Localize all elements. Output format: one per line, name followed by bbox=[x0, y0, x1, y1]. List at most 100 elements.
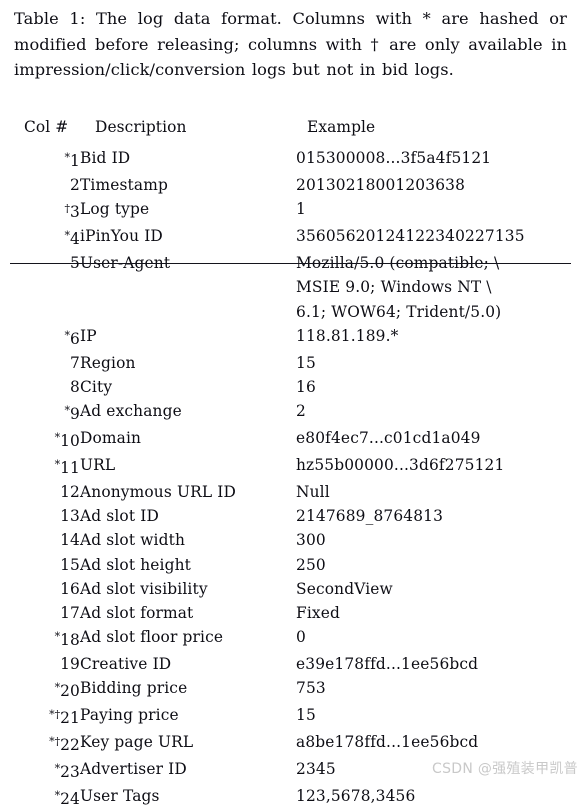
col-number: 22 bbox=[60, 736, 80, 755]
cell-description: URL bbox=[80, 456, 116, 475]
col-number: 15 bbox=[60, 555, 80, 574]
cell-col-num: 16 bbox=[0, 577, 80, 601]
cell-col-num: 17 bbox=[0, 601, 80, 625]
col-number: 3 bbox=[70, 203, 80, 222]
col-number: 23 bbox=[60, 763, 80, 782]
header-rule-divider bbox=[10, 263, 571, 264]
col-number: 12 bbox=[60, 483, 80, 502]
cell-col-num: 19 bbox=[0, 652, 80, 676]
col-number: 8 bbox=[70, 377, 80, 396]
table-row: 13 Ad slot ID 2147689_8764813 bbox=[0, 504, 581, 528]
cell-col-num: 2 bbox=[0, 173, 80, 197]
table-row: 17 Ad slot format Fixed bbox=[0, 601, 581, 625]
cell-col-num: *†22 bbox=[0, 730, 80, 757]
col-number: 7 bbox=[70, 353, 80, 372]
table-row: *4 iPinYou ID 35605620124122340227135 bbox=[0, 224, 581, 251]
cell-example: 753 bbox=[296, 678, 326, 697]
cell-example: Null bbox=[296, 483, 330, 502]
table-row: †3 Log type 1 bbox=[0, 197, 581, 224]
cell-example: 1 bbox=[296, 200, 306, 219]
cell-example: e80f4ec7...c01cd1a049 bbox=[296, 429, 481, 448]
cell-col-num: 7 bbox=[0, 351, 80, 375]
table-row: *10 Domain e80f4ec7...c01cd1a049 bbox=[0, 426, 581, 453]
col-number: 6 bbox=[70, 329, 80, 348]
cell-description: Ad slot visibility bbox=[80, 579, 208, 598]
cell-col-num: *10 bbox=[0, 426, 80, 453]
cell-description: Ad exchange bbox=[80, 401, 182, 420]
cell-description: Key page URL bbox=[80, 733, 194, 752]
cell-description: Bid ID bbox=[80, 149, 131, 167]
cell-col-num: 15 bbox=[0, 553, 80, 577]
cell-description: Bidding price bbox=[80, 678, 188, 697]
table-row: 14 Ad slot width 300 bbox=[0, 528, 581, 552]
cell-example: 15 bbox=[296, 706, 316, 725]
cell-description: iPinYou ID bbox=[80, 227, 163, 246]
table-row: *1 Bid ID 015300008...3f5a4f5121 bbox=[0, 142, 581, 173]
cell-description: Ad slot height bbox=[80, 555, 192, 574]
example-line: MSIE 9.0; Windows NT \ bbox=[296, 278, 492, 297]
column-header-example: Example bbox=[307, 118, 376, 136]
header-row: Col # Description Example bbox=[0, 118, 581, 142]
col-number: 16 bbox=[60, 579, 80, 598]
cell-col-num: 14 bbox=[0, 528, 80, 552]
cell-col-num: *24 bbox=[0, 784, 80, 811]
cell-col-num: 8 bbox=[0, 375, 80, 399]
column-header-description: Description bbox=[95, 118, 187, 136]
cell-example: 118.81.189.* bbox=[296, 326, 399, 345]
cell-description: Ad slot ID bbox=[80, 507, 159, 526]
col-number: 21 bbox=[60, 709, 80, 728]
cell-example: 2147689_8764813 bbox=[296, 507, 444, 526]
cell-example: 015300008...3f5a4f5121 bbox=[296, 149, 492, 167]
cell-description: Domain bbox=[80, 429, 142, 448]
cell-description: Region bbox=[80, 353, 136, 372]
table-header: Col # Description Example bbox=[0, 118, 581, 142]
cell-col-num: *9 bbox=[0, 399, 80, 426]
col-number: 10 bbox=[60, 432, 80, 451]
col-number: 18 bbox=[60, 630, 80, 649]
table-row: 8 City 16 bbox=[0, 375, 581, 399]
cell-example: 0 bbox=[296, 627, 306, 646]
cell-description: Creative ID bbox=[80, 654, 172, 673]
table-body: *1 Bid ID 015300008...3f5a4f5121 2 Timestamp… bbox=[0, 142, 581, 811]
col-number: 2 bbox=[70, 176, 80, 195]
table-row: 16 Ad slot visibility SecondView bbox=[0, 577, 581, 601]
cell-example: 20130218001203638 bbox=[296, 176, 466, 195]
cell-description: Paying price bbox=[80, 706, 179, 725]
col-marker: *† bbox=[49, 735, 61, 749]
table-row: 2 Timestamp 20130218001203638 bbox=[0, 173, 581, 197]
cell-col-num: 13 bbox=[0, 504, 80, 528]
col-number: 4 bbox=[70, 230, 80, 249]
cell-example: 2345 bbox=[296, 760, 336, 779]
cell-col-num: *18 bbox=[0, 625, 80, 652]
cell-col-num: *†21 bbox=[0, 703, 80, 730]
cell-example: 300 bbox=[296, 531, 326, 550]
cell-description: IP bbox=[80, 326, 97, 345]
cell-col-num: *1 bbox=[0, 142, 80, 173]
cell-example: 250 bbox=[296, 555, 326, 574]
table-row: *18 Ad slot floor price 0 bbox=[0, 625, 581, 652]
table-row: *6 IP 118.81.189.* bbox=[0, 324, 581, 351]
col-number: 9 bbox=[70, 404, 80, 423]
col-number: 24 bbox=[60, 790, 80, 809]
cell-example: 123,5678,3456 bbox=[296, 787, 416, 806]
cell-description: User Tags bbox=[80, 787, 160, 806]
column-header-col-num: Col # bbox=[24, 118, 69, 136]
cell-description: Ad slot width bbox=[80, 531, 186, 550]
cell-example: e39e178ffd...1ee56bcd bbox=[296, 654, 479, 673]
cell-col-num: †3 bbox=[0, 197, 80, 224]
col-number: 13 bbox=[60, 507, 80, 526]
col-number: 19 bbox=[60, 654, 80, 673]
log-data-format-table: Col # Description Example *1 Bid ID 015300… bbox=[0, 118, 581, 811]
table-row: *9 Ad exchange 2 bbox=[0, 399, 581, 426]
table-caption: Table 1: The log data format. Columns wi… bbox=[14, 9, 567, 79]
cell-description: Log type bbox=[80, 200, 150, 219]
cell-example: Fixed bbox=[296, 603, 340, 622]
cell-description: City bbox=[80, 377, 113, 396]
cell-example: 35605620124122340227135 bbox=[296, 227, 525, 246]
cell-example: SecondView bbox=[296, 579, 393, 598]
col-marker: *† bbox=[49, 708, 61, 722]
table-row: *†21 Paying price 15 bbox=[0, 703, 581, 730]
col-number: 1 bbox=[70, 152, 80, 170]
table-row: 15 Ad slot height 250 bbox=[0, 553, 581, 577]
table: Col # Description Example *1 Bid ID 015300… bbox=[0, 118, 581, 811]
